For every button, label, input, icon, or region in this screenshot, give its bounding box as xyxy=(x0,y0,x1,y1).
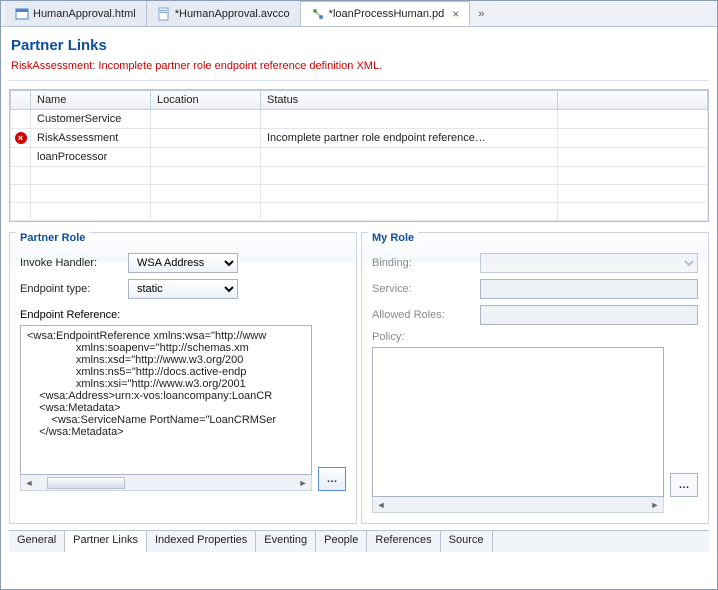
tab-loan-process-human[interactable]: *loanProcessHuman.pd × xyxy=(301,1,471,26)
tab-overflow-button[interactable]: » xyxy=(470,1,492,26)
scroll-right-icon[interactable]: ► xyxy=(295,478,311,488)
row-location xyxy=(151,203,261,221)
partner-role-panel: Partner Role Invoke Handler: WSA Address… xyxy=(9,232,357,524)
row-extra xyxy=(558,167,708,185)
bottom-tab-source[interactable]: Source xyxy=(441,531,493,552)
bottom-tabs: GeneralPartner LinksIndexed PropertiesEv… xyxy=(9,530,709,552)
row-name: RiskAssessment xyxy=(31,129,151,148)
tab-label: *loanProcessHuman.pd xyxy=(329,8,445,20)
allowed-roles-input xyxy=(480,305,698,325)
endpoint-type-label: Endpoint type: xyxy=(20,283,120,295)
row-name: loanProcessor xyxy=(31,148,151,167)
scroll-left-icon[interactable]: ◄ xyxy=(21,478,37,488)
row-location xyxy=(151,129,261,148)
editor-tabs: HumanApproval.html *HumanApproval.avcco … xyxy=(1,1,717,27)
row-error-icon xyxy=(11,185,31,203)
row-status: Incomplete partner role endpoint referen… xyxy=(261,129,558,148)
col-location[interactable]: Location xyxy=(151,91,261,110)
row-status xyxy=(261,185,558,203)
row-location xyxy=(151,167,261,185)
bottom-tab-indexed-properties[interactable]: Indexed Properties xyxy=(147,531,256,552)
row-location xyxy=(151,148,261,167)
flow-icon xyxy=(311,7,325,21)
row-status xyxy=(261,203,558,221)
table-row[interactable]: CustomerService xyxy=(11,110,708,129)
row-name xyxy=(31,203,151,221)
scroll-track[interactable] xyxy=(37,477,295,489)
service-input xyxy=(480,279,698,299)
tab-label: *HumanApproval.avcco xyxy=(175,8,290,20)
bottom-tab-people[interactable]: People xyxy=(316,531,367,552)
row-extra xyxy=(558,148,708,167)
scroll-right-icon[interactable]: ► xyxy=(647,500,663,510)
col-icon[interactable] xyxy=(11,91,31,110)
close-icon[interactable]: × xyxy=(452,7,459,21)
endpoint-browse-button[interactable]: … xyxy=(318,467,346,491)
row-status xyxy=(261,110,558,129)
policy-h-scrollbar[interactable]: ◄ ► xyxy=(372,497,664,513)
row-name xyxy=(31,185,151,203)
invoke-handler-label: Invoke Handler: xyxy=(20,257,120,269)
table-row[interactable] xyxy=(11,167,708,185)
scroll-left-icon[interactable]: ◄ xyxy=(373,500,389,510)
table-row[interactable]: ×RiskAssessment Incomplete partner role e… xyxy=(11,129,708,148)
scroll-thumb[interactable] xyxy=(47,477,124,489)
bottom-tab-general[interactable]: General xyxy=(9,531,65,552)
row-error-icon xyxy=(11,203,31,221)
my-role-panel: My Role Binding: Service: Allowed Roles:… xyxy=(361,232,709,524)
tab-human-approval-html[interactable]: HumanApproval.html xyxy=(5,1,147,26)
row-location xyxy=(151,185,261,203)
policy-browse-button[interactable]: … xyxy=(670,473,698,497)
table-row[interactable] xyxy=(11,185,708,203)
policy-label: Policy: xyxy=(372,331,698,343)
row-status xyxy=(261,148,558,167)
row-error-icon: × xyxy=(11,129,31,148)
bottom-tab-eventing[interactable]: Eventing xyxy=(256,531,316,552)
html-icon xyxy=(15,7,29,21)
col-name[interactable]: Name xyxy=(31,91,151,110)
scroll-track[interactable] xyxy=(389,499,647,511)
tab-human-approval-avcco[interactable]: *HumanApproval.avcco xyxy=(147,1,301,26)
binding-label: Binding: xyxy=(372,257,472,269)
service-label: Service: xyxy=(372,283,472,295)
partner-links-table: Name Location Status CustomerService×Ris… xyxy=(10,90,708,221)
table-row[interactable]: loanProcessor xyxy=(11,148,708,167)
endpoint-type-select[interactable]: static xyxy=(128,279,238,299)
my-role-legend: My Role xyxy=(368,232,418,244)
row-extra xyxy=(558,185,708,203)
row-name: CustomerService xyxy=(31,110,151,129)
policy-textarea[interactable] xyxy=(372,347,664,497)
col-status[interactable]: Status xyxy=(261,91,558,110)
validation-warning: RiskAssessment: Incomplete partner role … xyxy=(9,60,709,81)
table-row[interactable] xyxy=(11,203,708,221)
row-name xyxy=(31,167,151,185)
page-title: Partner Links xyxy=(9,33,709,60)
row-error-icon xyxy=(11,167,31,185)
row-error-icon xyxy=(11,148,31,167)
row-extra xyxy=(558,129,708,148)
row-error-icon xyxy=(11,110,31,129)
binding-select xyxy=(480,253,698,273)
col-extra[interactable] xyxy=(558,91,708,110)
row-location xyxy=(151,110,261,129)
partner-role-legend: Partner Role xyxy=(16,232,89,244)
endpoint-h-scrollbar[interactable]: ◄ ► xyxy=(20,475,312,491)
bottom-tab-references[interactable]: References xyxy=(367,531,440,552)
bottom-tab-partner-links[interactable]: Partner Links xyxy=(65,531,147,552)
overflow-glyph: » xyxy=(478,8,484,20)
allowed-roles-label: Allowed Roles: xyxy=(372,309,472,321)
row-extra xyxy=(558,203,708,221)
row-extra xyxy=(558,110,708,129)
invoke-handler-select[interactable]: WSA Address xyxy=(128,253,238,273)
endpoint-reference-label: Endpoint Reference: xyxy=(20,309,346,321)
endpoint-reference-textarea[interactable]: <wsa:EndpointReference xmlns:wsa="http:/… xyxy=(20,325,312,475)
partner-links-table-wrap: Name Location Status CustomerService×Ris… xyxy=(9,89,709,222)
tab-label: HumanApproval.html xyxy=(33,8,136,20)
row-status xyxy=(261,167,558,185)
doc-icon xyxy=(157,7,171,21)
